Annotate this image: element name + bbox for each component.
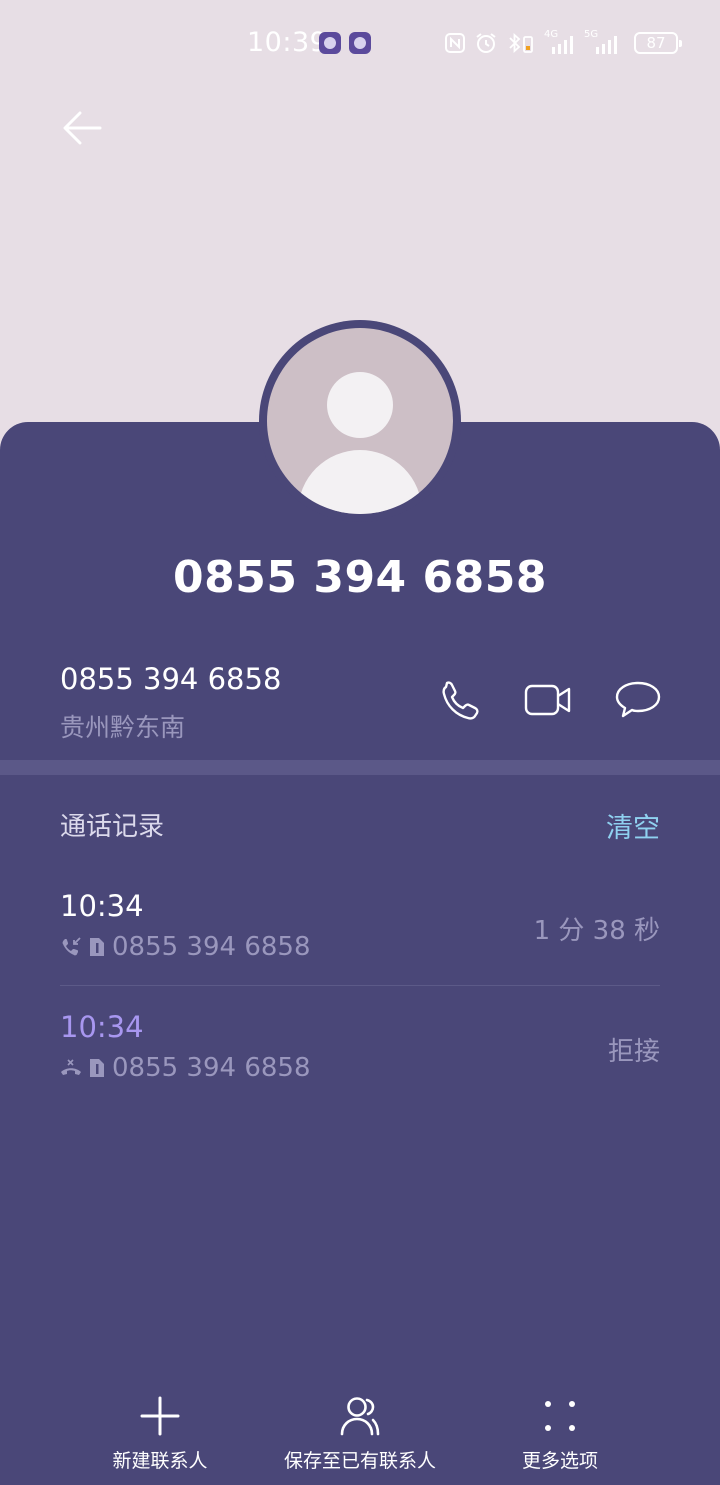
phone-location: 贵州黔东南 (60, 713, 186, 742)
signal-4g-icon: 4G (544, 29, 576, 55)
new-contact-button[interactable]: 新建联系人 (100, 1394, 220, 1473)
save-to-existing-label: 保存至已有联系人 (283, 1450, 436, 1472)
message-bubble-icon (615, 681, 661, 718)
new-contact-label: 新建联系人 (112, 1450, 208, 1472)
bluetooth-battery-icon (509, 32, 533, 54)
save-to-existing-contact-button[interactable]: 保存至已有联系人 (270, 1394, 450, 1473)
call-number: 0855 394 6858 (112, 932, 311, 962)
phone-icon (442, 681, 479, 720)
more-options-label: 更多选项 (521, 1450, 598, 1472)
status-bar: 10:39 4G 5G 87 (0, 0, 720, 86)
battery-level: 87 (646, 34, 666, 52)
row-divider (60, 985, 660, 986)
call-sub-info: 0855 394 6858 (60, 932, 311, 962)
call-duration: 1 分 38 秒 (533, 916, 660, 946)
more-options-button[interactable]: 更多选项 (500, 1394, 620, 1473)
signal-5g-icon: 5G (584, 29, 622, 55)
nfc-icon (445, 33, 465, 53)
call-sub-info: 0855 394 6858 (60, 1053, 311, 1083)
more-dots-icon (545, 1401, 575, 1431)
app-notification-icon (319, 32, 341, 54)
sim-1-icon (90, 938, 104, 956)
battery-icon: 87 (634, 32, 682, 54)
app-notification-icon (349, 32, 371, 54)
alarm-icon (476, 33, 496, 53)
call-time: 10:34 (60, 889, 144, 923)
page-title-number: 0855 394 6858 (173, 552, 547, 603)
message-button[interactable] (612, 674, 664, 726)
call-status: 拒接 (607, 1037, 660, 1067)
person-icon (340, 1397, 380, 1436)
call-time: 10:34 (60, 1010, 144, 1044)
avatar-body-shape (298, 450, 422, 514)
status-time: 10:39 (247, 27, 328, 58)
avatar-head-shape (327, 372, 393, 438)
plus-icon (140, 1396, 180, 1436)
clear-history-button[interactable]: 清空 (606, 806, 660, 845)
back-button[interactable] (58, 104, 106, 152)
section-divider (0, 760, 720, 775)
back-arrow-icon (63, 111, 102, 145)
incoming-call-icon (62, 937, 81, 956)
call-button[interactable] (432, 674, 484, 726)
video-call-button[interactable] (522, 674, 574, 726)
video-camera-icon (524, 684, 571, 716)
call-number: 0855 394 6858 (112, 1053, 311, 1083)
rejected-call-icon (61, 1059, 81, 1075)
phone-number[interactable]: 0855 394 6858 (60, 662, 281, 696)
call-history-title: 通话记录 (60, 812, 165, 842)
sim-1-icon (90, 1059, 104, 1077)
avatar[interactable] (267, 328, 453, 514)
system-icons: 4G 5G 87 (444, 29, 682, 56)
